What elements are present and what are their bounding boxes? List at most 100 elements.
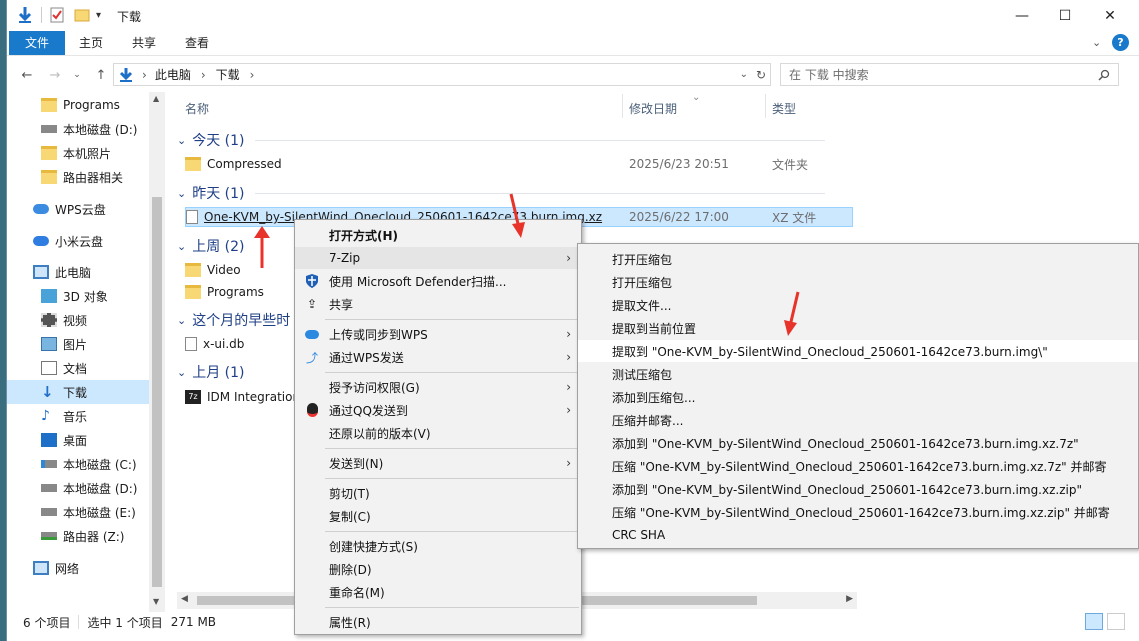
tab-share[interactable]: 共享 [118, 31, 170, 55]
download-arrow-icon[interactable] [17, 6, 33, 24]
tab-view[interactable]: 查看 [171, 31, 223, 55]
zip-add-to-zip[interactable]: 添加到 "One-KVM_by-SilentWind_Onecloud_2506… [578, 478, 1138, 500]
nav-item-router[interactable]: 路由器相关 [7, 165, 149, 189]
column-header-type[interactable]: 类型 [772, 100, 796, 117]
nav-item-downloads[interactable]: ↓ 下载 [7, 380, 149, 404]
group-today[interactable]: ⌄ 今天 (1) [177, 130, 825, 150]
scroll-up-icon[interactable]: ▲ [153, 94, 159, 103]
menu-share[interactable]: ⇪ 共享 [295, 293, 581, 315]
nav-item-label: 下载 [63, 385, 88, 400]
zip-open-archive[interactable]: 打开压缩包 [578, 248, 1138, 270]
group-label: 上月 (1) [192, 365, 245, 381]
menu-rename[interactable]: 重命名(M) [295, 581, 581, 603]
nav-item-drive-d2[interactable]: 本地磁盘 (D:) [7, 476, 149, 500]
menu-send-wps[interactable]: ⤴ 通过WPS发送 › [295, 346, 581, 368]
menu-cut[interactable]: 剪切(T) [295, 482, 581, 504]
network-drive-icon [41, 532, 57, 540]
nav-item-mi-cloud[interactable]: 小米云盘 [7, 229, 149, 253]
address-bar[interactable]: › 此电脑 › 下载 › ⌄ ↻ [113, 63, 771, 86]
scroll-down-icon[interactable]: ▼ [153, 597, 159, 606]
nav-item-desktop[interactable]: 桌面 [7, 428, 149, 452]
breadcrumb-this-pc[interactable]: 此电脑 [155, 66, 191, 83]
nav-item-drive-d[interactable]: 本地磁盘 (D:) [7, 117, 149, 141]
nav-item-3d[interactable]: 3D 对象 [7, 284, 149, 308]
zip-add-to-7z[interactable]: 添加到 "One-KVM_by-SilentWind_Onecloud_2506… [578, 432, 1138, 454]
zip-extract-here[interactable]: 提取到当前位置 [578, 317, 1138, 339]
nav-item-documents[interactable]: 文档 [7, 356, 149, 380]
customize-toolbar-icon[interactable]: ▾ [96, 10, 101, 21]
menu-copy[interactable]: 复制(C) [295, 505, 581, 527]
expand-ribbon-icon[interactable]: ⌄ [1092, 36, 1101, 49]
submenu-arrow-icon: › [566, 380, 571, 394]
nav-item-music[interactable]: ♪ 音乐 [7, 404, 149, 428]
column-header-name[interactable]: 名称 [185, 100, 209, 117]
red-arrow-annotation [254, 226, 270, 268]
breadcrumb-separator-icon: › [142, 67, 147, 82]
nav-item-this-pc[interactable]: 此电脑 [7, 260, 149, 284]
column-header-date[interactable]: 修改日期 [629, 100, 677, 117]
menu-send-to[interactable]: 发送到(N) › [295, 452, 581, 474]
nav-item-network[interactable]: 网络 [7, 556, 149, 580]
menu-send-qq[interactable]: 通过QQ发送到 › [295, 399, 581, 421]
up-button[interactable]: ↑ [91, 65, 111, 85]
breadcrumb-separator-icon: › [200, 67, 206, 82]
nav-item-photos[interactable]: 本机照片 [7, 141, 149, 165]
menu-7zip[interactable]: 7-Zip › [295, 247, 581, 269]
address-dropdown-icon[interactable]: ⌄ [740, 69, 748, 80]
menu-grant-access[interactable]: 授予访问权限(G) › [295, 376, 581, 398]
nav-scrollbar[interactable]: ▲ ▼ [149, 92, 165, 612]
menu-properties[interactable]: 属性(R) [295, 611, 581, 633]
group-last-week[interactable]: ⌄ 上周 (2) [177, 236, 245, 256]
zip-test-archive[interactable]: 测试压缩包 [578, 363, 1138, 385]
close-button[interactable]: ✕ [1087, 0, 1133, 31]
nav-item-pictures[interactable]: 图片 [7, 332, 149, 356]
zip-crc-sha[interactable]: CRC SHA [578, 524, 1138, 546]
nav-item-wps-cloud[interactable]: WPS云盘 [7, 197, 149, 221]
breadcrumb-downloads[interactable]: 下载 [216, 66, 240, 83]
zip-extract-files[interactable]: 提取文件... [578, 294, 1138, 316]
menu-delete[interactable]: 删除(D) [295, 558, 581, 580]
nav-item-drive-e[interactable]: 本地磁盘 (E:) [7, 500, 149, 524]
column-divider[interactable] [765, 94, 766, 118]
recent-locations-icon[interactable]: ⌄ [67, 65, 87, 85]
tab-file[interactable]: 文件 [9, 31, 65, 55]
maximize-button[interactable]: ☐ [1042, 0, 1088, 31]
menu-create-shortcut[interactable]: 创建快捷方式(S) [295, 535, 581, 557]
nav-item-router-z[interactable]: 路由器 (Z:) [7, 524, 149, 548]
minimize-button[interactable]: — [999, 0, 1045, 31]
refresh-icon[interactable]: ↻ [756, 68, 766, 82]
nav-scrollbar-thumb[interactable] [152, 197, 162, 587]
zip-extract-to-folder[interactable]: 提取到 "One-KVM_by-SilentWind_Onecloud_2506… [578, 340, 1138, 362]
menu-restore-versions[interactable]: 还原以前的版本(V) [295, 422, 581, 444]
zip-compress-zip-email[interactable]: 压缩 "One-KVM_by-SilentWind_Onecloud_25060… [578, 501, 1138, 523]
column-divider[interactable] [622, 94, 623, 118]
music-icon: ♪ [41, 408, 50, 424]
nav-item-drive-c[interactable]: 本地磁盘 (C:) [7, 452, 149, 476]
back-button[interactable]: ← [17, 65, 37, 85]
forward-button[interactable]: → [45, 65, 65, 85]
details-view-icon[interactable] [1085, 613, 1103, 630]
menu-open-with[interactable]: 打开方式(H) [295, 224, 581, 246]
group-yesterday[interactable]: ⌄ 昨天 (1) [177, 183, 825, 203]
help-icon[interactable]: ? [1112, 34, 1129, 51]
zip-compress-7z-email[interactable]: 压缩 "One-KVM_by-SilentWind_Onecloud_25060… [578, 455, 1138, 477]
file-icon [186, 210, 198, 224]
properties-icon[interactable] [50, 7, 64, 23]
menu-defender-scan[interactable]: 使用 Microsoft Defender扫描... [295, 270, 581, 292]
nav-item-videos[interactable]: 视频 [7, 308, 149, 332]
scroll-left-icon[interactable]: ◀ [181, 594, 188, 604]
group-earlier-this-month[interactable]: ⌄ 这个月的早些时 [177, 310, 290, 330]
zip-open-archive-2[interactable]: 打开压缩包 [578, 271, 1138, 293]
group-last-month[interactable]: ⌄ 上月 (1) [177, 362, 245, 382]
menu-upload-wps[interactable]: 上传或同步到WPS › [295, 323, 581, 345]
tab-home[interactable]: 主页 [65, 31, 117, 55]
folder-icon [41, 98, 57, 112]
nav-item-programs[interactable]: Programs [7, 93, 149, 117]
search-input[interactable]: 在 下载 中搜索 [780, 63, 1119, 86]
large-icons-view-icon[interactable] [1107, 613, 1125, 630]
new-folder-icon[interactable] [74, 8, 90, 22]
zip-add-to-archive[interactable]: 添加到压缩包... [578, 386, 1138, 408]
scroll-right-icon[interactable]: ▶ [846, 594, 853, 604]
file-row[interactable]: Compressed 2025/6/23 20:51 文件夹 [185, 154, 853, 174]
zip-compress-email[interactable]: 压缩并邮寄... [578, 409, 1138, 431]
